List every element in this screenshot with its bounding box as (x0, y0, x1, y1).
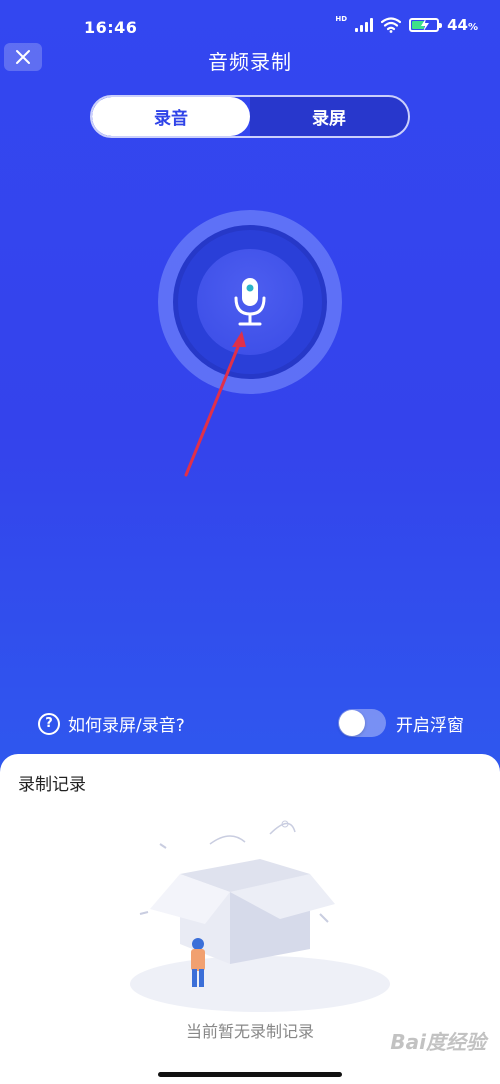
watermark: Bai度经验 (390, 1030, 486, 1054)
records-panel: 录制记录 当前暂无录制记录 Bai度经验 (0, 754, 500, 1084)
float-window-control: 开启浮窗 (338, 709, 464, 737)
mode-switch: 录音 录屏 (90, 95, 410, 138)
home-indicator[interactable] (158, 1072, 342, 1077)
float-window-label: 开启浮窗 (396, 715, 464, 736)
float-window-toggle[interactable] (338, 709, 386, 737)
records-title: 录制记录 (18, 775, 86, 795)
status-bar: 16:46 HD 44% (0, 0, 500, 52)
signal-icon (355, 18, 374, 32)
app-screen: 16:46 HD 44% 音频录制 录音 录屏 ? 如何录屏/录音? 开启浮窗 … (0, 0, 500, 1084)
network-badge: HD (335, 14, 348, 23)
status-icons: HD 44% (335, 14, 478, 34)
annotation-arrow (184, 331, 246, 477)
tab-record-screen[interactable]: 录屏 (250, 97, 408, 136)
help-link[interactable]: ? 如何录屏/录音? (38, 711, 185, 736)
battery-percent: 44% (447, 16, 478, 34)
status-time: 16:46 (84, 18, 138, 37)
microphone-icon (234, 278, 266, 326)
battery-charging-icon (409, 18, 443, 32)
tab-record-audio[interactable]: 录音 (92, 97, 250, 136)
empty-box-illustration (130, 820, 390, 1012)
help-label: 如何录屏/录音? (68, 716, 185, 736)
question-icon: ? (38, 712, 60, 735)
wifi-icon (381, 17, 402, 33)
page-title: 音频录制 (208, 50, 292, 74)
